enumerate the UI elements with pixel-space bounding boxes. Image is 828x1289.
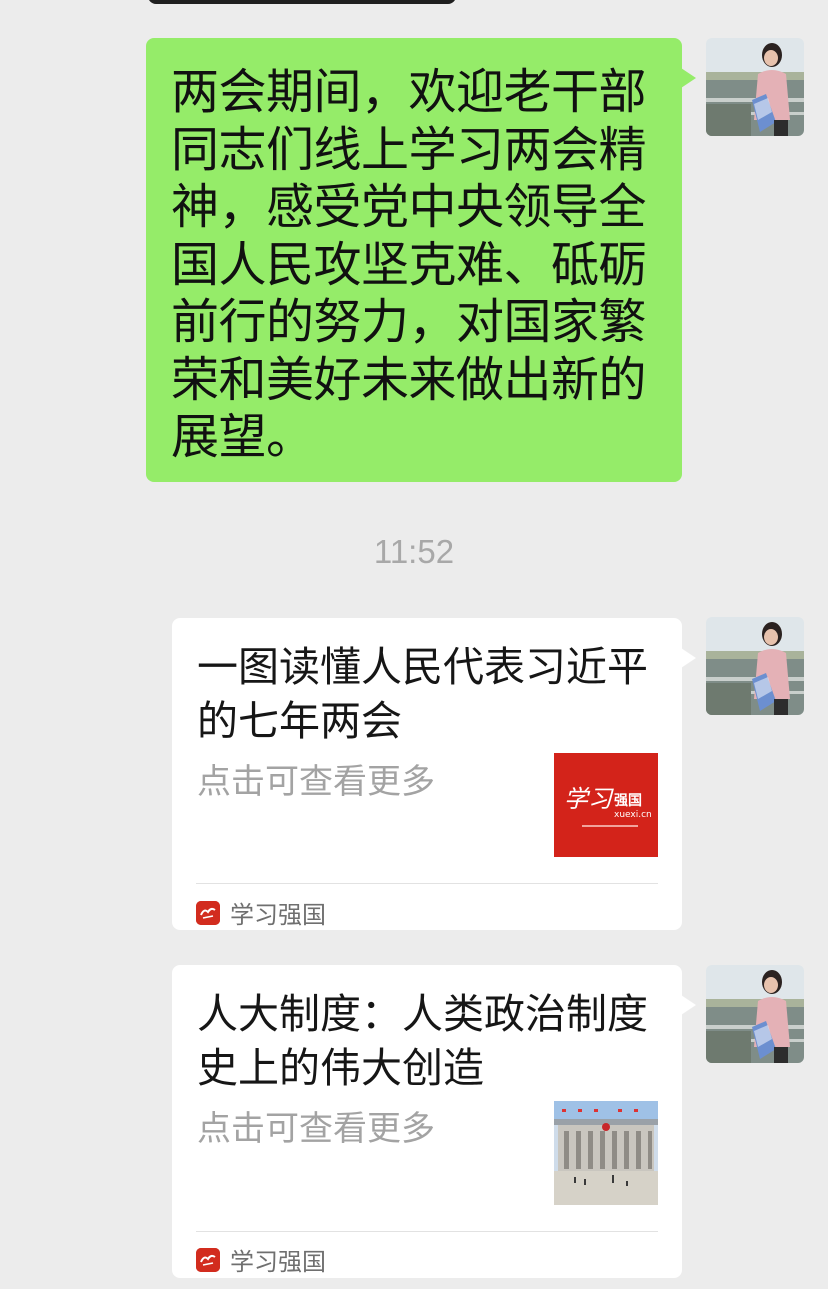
avatar-photo-icon <box>706 617 804 715</box>
message-timestamp: 11:52 <box>373 533 455 570</box>
card-source: 学习强国 <box>196 1242 326 1277</box>
user-avatar[interactable] <box>706 38 804 136</box>
card-thumbnail: 学习 强国 xuexi.cn <box>554 753 658 857</box>
card-divider <box>196 883 658 884</box>
thumb-logo-text: 强国 <box>614 793 642 809</box>
card-description: 点击可查看更多 <box>197 762 435 802</box>
card-source-name: 学习强国 <box>230 1248 326 1276</box>
avatar-photo-icon <box>706 965 804 1063</box>
card-description: 点击可查看更多 <box>197 1109 435 1149</box>
user-avatar[interactable] <box>706 617 804 715</box>
card-source-name: 学习强国 <box>230 901 326 929</box>
card-divider <box>196 1231 658 1232</box>
thumb-logo-script: 学习 <box>564 785 614 813</box>
card-source: 学习强国 <box>196 895 326 930</box>
card-title: 人大制度：人类政治制度史上的伟大创造 <box>197 990 648 1092</box>
card-thumbnail <box>554 1101 658 1205</box>
xuexi-qiangguo-logo-icon <box>196 900 220 925</box>
user-avatar[interactable] <box>706 965 804 1063</box>
great-hall-photo-thumbnail <box>554 1101 658 1205</box>
link-card[interactable]: 人大制度：人类政治制度史上的伟大创造 点击可查看更多 学习强国 <box>172 965 696 1278</box>
sent-text-message[interactable]: 两会期间，欢迎老干部同志们线上学习两会精神，感受党中央领导全国人民攻坚克难、砥砺… <box>146 38 696 482</box>
xuexi-logo-thumbnail: 学习 强国 xuexi.cn <box>554 753 658 857</box>
avatar-photo-icon <box>706 38 804 136</box>
card-title: 一图读懂人民代表习近平的七年两会 <box>197 643 648 745</box>
previous-message-edge <box>148 0 456 4</box>
link-card[interactable]: 一图读懂人民代表习近平的七年两会 点击可查看更多 学习 强国 xuexi.cn … <box>172 618 696 930</box>
thumb-domain: xuexi.cn <box>614 810 652 820</box>
message-text: 两会期间，欢迎老干部同志们线上学习两会精神，感受党中央领导全国人民攻坚克难、砥砺… <box>171 64 647 465</box>
xuexi-qiangguo-logo-icon <box>196 1247 220 1272</box>
